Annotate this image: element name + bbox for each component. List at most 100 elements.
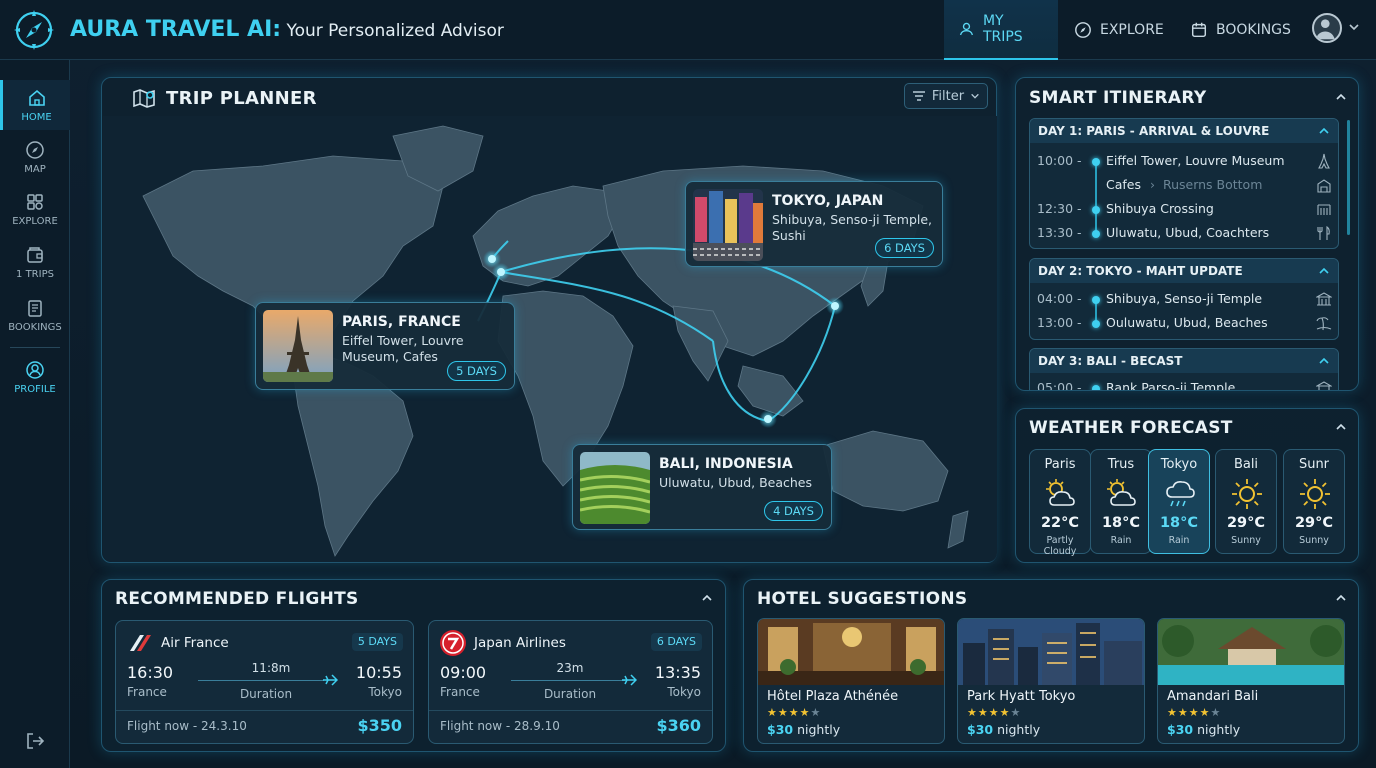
- hotel-price: $30 nightly: [767, 722, 840, 737]
- itinerary-item[interactable]: 05:00 - Rank Parso-ji Temple: [1030, 376, 1338, 391]
- sidebar-item-bookings[interactable]: BOOKINGS: [0, 290, 70, 340]
- item-text: Cafes: [1106, 177, 1141, 192]
- divider: [116, 710, 413, 711]
- destination-name: BALI, INDONESIA: [659, 456, 793, 472]
- continent-new-zealand: [947, 510, 969, 549]
- nav-explore[interactable]: EXPLORE: [1060, 0, 1178, 60]
- weather-card-sunr[interactable]: Sunr 29°C Sunny: [1283, 449, 1345, 554]
- itinerary-item[interactable]: 13:30 - Uluwatu, Ubud, Coachters: [1030, 221, 1338, 245]
- flight-price: $350: [357, 716, 402, 735]
- arrival-time: 13:35: [654, 663, 701, 682]
- compass-logo-icon: [14, 10, 54, 50]
- home-icon: [28, 89, 45, 106]
- weather-card-bali[interactable]: Bali 29°C Sunny: [1215, 449, 1277, 554]
- day-header[interactable]: DAY 1: PARIS - ARRIVAL & LOUVRE: [1030, 119, 1338, 143]
- days-badge: 6 DAYS: [650, 633, 702, 651]
- timeline-dot: [1092, 320, 1100, 328]
- hotel-card[interactable]: Amandari Bali ★★★★★ $30 nightly: [1157, 618, 1345, 744]
- chevron-up-icon: [1319, 357, 1329, 364]
- day-title: DAY 1: PARIS - ARRIVAL & LOUVRE: [1038, 124, 1270, 138]
- itinerary-item[interactable]: 12:30 - Shibuya Crossing: [1030, 197, 1338, 221]
- day-title: DAY 3: BALI - BECAST: [1038, 354, 1183, 368]
- sidebar-divider: [10, 347, 60, 348]
- days-badge: 6 DAYS: [875, 238, 934, 258]
- nav-bookings[interactable]: BOOKINGS: [1176, 0, 1305, 60]
- partly-cloudy-icon: [1107, 479, 1136, 506]
- chevron-up-icon[interactable]: [1334, 591, 1348, 605]
- day-header[interactable]: DAY 3: BALI - BECAST: [1030, 349, 1338, 373]
- weather-card-trus[interactable]: Trus 18°C Rain: [1090, 449, 1152, 554]
- flight-card[interactable]: Japan Airlines 6 DAYS 09:00 France 23m D…: [428, 620, 713, 744]
- days-badge: 5 DAYS: [447, 361, 506, 381]
- chevron-down-icon[interactable]: [1348, 21, 1360, 33]
- airline-name: Japan Airlines: [474, 635, 566, 651]
- hotel-card[interactable]: Park Hyatt Tokyo ★★★★★ $30 nightly: [957, 618, 1145, 744]
- itinerary-day-3[interactable]: DAY 3: BALI - BECAST 05:00 - Rank Parso-…: [1029, 348, 1339, 391]
- flight-footnote: Flight now - 24.3.10: [127, 719, 247, 733]
- item-time: 05:00 -: [1037, 380, 1082, 391]
- chevron-up-icon[interactable]: [1334, 420, 1348, 434]
- rain-icon: [1166, 481, 1195, 507]
- sidebar-item-explore[interactable]: EXPLORE: [0, 184, 70, 234]
- item-time: 10:00 -: [1037, 153, 1082, 168]
- compass-icon: [1075, 22, 1091, 38]
- weather-condition: Partly Cloudy: [1043, 535, 1077, 557]
- nav-my-trips[interactable]: MY TRIPS: [944, 0, 1058, 60]
- star-rating: ★★★★★: [1167, 706, 1222, 719]
- user-avatar-icon: [1315, 19, 1335, 40]
- sidebar-item-label: HOME: [21, 111, 52, 123]
- itinerary-day-1[interactable]: DAY 1: PARIS - ARRIVAL & LOUVRE 10:00 - …: [1029, 118, 1339, 249]
- clipboard-icon: [28, 299, 42, 317]
- temple-icon: [1316, 292, 1332, 306]
- destination-card-tokyo[interactable]: TOKYO, JAPAN Shibuya, Senso-ji Temple, S…: [685, 181, 943, 267]
- hotel-suggestions-panel: HOTEL SUGGESTIONS Hôtel Plaza Athénée ★★…: [743, 579, 1359, 752]
- item-time: 13:30 -: [1037, 225, 1082, 240]
- filter-button[interactable]: Filter: [904, 83, 988, 109]
- itinerary-day-2[interactable]: DAY 2: TOKYO - MAHT UPDATE 04:00 - Shibu…: [1029, 258, 1339, 340]
- itinerary-item[interactable]: 04:00 - Shibuya, Senso-ji Temple: [1030, 287, 1338, 311]
- avatar[interactable]: [1312, 13, 1342, 43]
- logout-icon[interactable]: [24, 730, 46, 752]
- hotel-card[interactable]: Hôtel Plaza Athénée ★★★★★ $30 nightly: [757, 618, 945, 744]
- route-line: [198, 680, 324, 681]
- itinerary-item[interactable]: Cafes › Ruserns Bottom: [1030, 173, 1338, 197]
- timeline-dot: [1092, 158, 1100, 166]
- weather-card-tokyo[interactable]: Tokyo 18°C Rain: [1148, 449, 1210, 554]
- sun-icon: [1232, 479, 1262, 509]
- flight-duration: 23m: [556, 661, 584, 675]
- sidebar-item-map[interactable]: MAP: [0, 132, 70, 182]
- chevron-up-icon[interactable]: [700, 591, 714, 605]
- chevron-up-icon[interactable]: [1334, 90, 1348, 104]
- weather-card-paris[interactable]: Paris 22°C Partly Cloudy: [1029, 449, 1091, 557]
- trip-planner-title: TRIP PLANNER: [166, 88, 317, 109]
- hotel-lobby-image: [758, 619, 944, 685]
- day-header[interactable]: DAY 2: TOKYO - MAHT UPDATE: [1030, 259, 1338, 283]
- app-brand: AURA TRAVEL AI:: [70, 17, 282, 42]
- tokyo-thumbnail: [693, 189, 763, 261]
- sidebar-item-profile[interactable]: PROFILE: [0, 352, 70, 402]
- flight-footnote: Flight now - 28.9.10: [440, 719, 560, 733]
- user-pin-icon: [959, 22, 974, 36]
- itinerary-scrollbar[interactable]: [1347, 120, 1350, 235]
- itinerary-item[interactable]: 10:00 - Eiffel Tower, Louvre Museum: [1030, 149, 1338, 173]
- hotel-name: Hôtel Plaza Athénée: [767, 689, 899, 704]
- sidebar-item-home[interactable]: HOME: [0, 80, 70, 130]
- departure-time: 09:00: [440, 663, 487, 682]
- hotel-price-amount: $30: [1167, 722, 1194, 737]
- weather-title: WEATHER FORECAST: [1029, 418, 1233, 438]
- duration-label: Duration: [543, 687, 597, 701]
- paris-thumbnail: [263, 310, 333, 382]
- itinerary-item[interactable]: 13:00 - Ouluwatu, Ubud, Beaches: [1030, 311, 1338, 335]
- compass-icon: [26, 140, 44, 159]
- sidebar-item-trips[interactable]: 1 TRIPS: [0, 237, 70, 287]
- weather-condition: Sunny: [1231, 535, 1261, 546]
- item-text: Rank Parso-ji Temple: [1106, 380, 1236, 391]
- destination-card-paris[interactable]: PARIS, FRANCE Eiffel Tower, Louvre Museu…: [255, 302, 515, 390]
- destination-card-bali[interactable]: BALI, INDONESIA Uluwatu, Ubud, Beaches 4…: [572, 444, 832, 530]
- wallet-icon: [27, 246, 43, 263]
- plane-icon: [323, 674, 338, 686]
- filter-icon: [912, 91, 925, 101]
- star-rating: ★★★★★: [967, 706, 1022, 719]
- flight-card[interactable]: Air France 5 DAYS 16:30 France 11:8m Dur…: [115, 620, 414, 744]
- plane-icon: [622, 674, 637, 686]
